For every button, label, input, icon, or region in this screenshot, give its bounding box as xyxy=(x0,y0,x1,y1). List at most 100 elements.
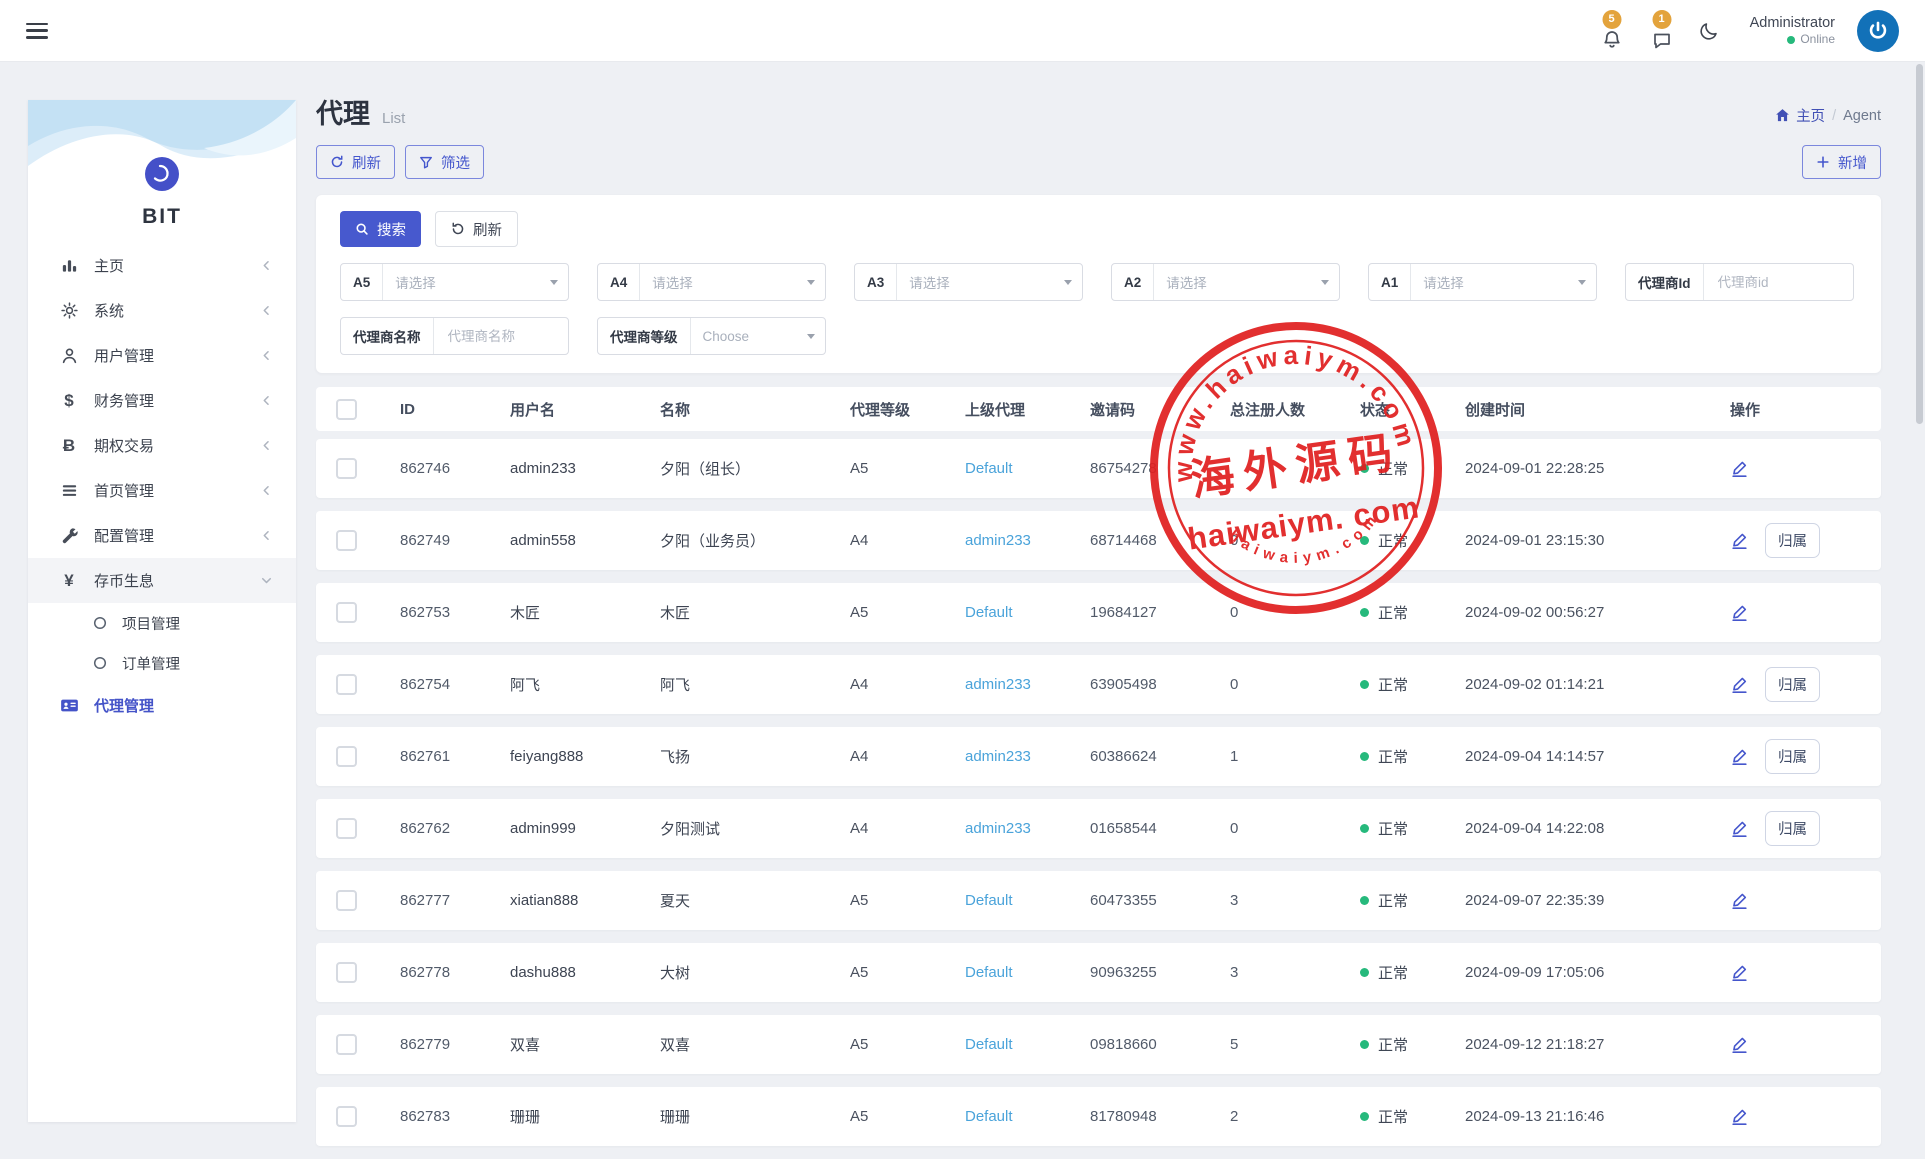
edit-pencil-icon[interactable] xyxy=(1730,675,1749,694)
sidebar-item-系统[interactable]: 系统 xyxy=(28,288,296,333)
cell-status: 正常 xyxy=(1336,890,1441,911)
cell-username: dashu888 xyxy=(486,964,636,981)
edit-pencil-icon[interactable] xyxy=(1730,891,1749,910)
parent-agent-link[interactable]: Default xyxy=(965,1036,1013,1053)
assign-button[interactable]: 归属 xyxy=(1765,739,1820,774)
user-name: Administrator xyxy=(1750,14,1835,32)
row-checkbox[interactable] xyxy=(336,818,357,839)
filter-text-input[interactable] xyxy=(446,328,547,345)
add-button[interactable]: 新增 xyxy=(1802,145,1881,179)
cell-id: 862783 xyxy=(376,1108,486,1125)
cell-name: 珊珊 xyxy=(636,1106,826,1127)
filter-select-A3: A3请选择 xyxy=(854,263,1083,301)
edit-pencil-icon[interactable] xyxy=(1730,1035,1749,1054)
row-checkbox[interactable] xyxy=(336,674,357,695)
select-field[interactable]: 请选择 xyxy=(1154,264,1339,300)
status-text: 正常 xyxy=(1378,674,1408,695)
page-scrollbar-thumb[interactable] xyxy=(1916,64,1923,424)
text-field[interactable] xyxy=(1704,264,1854,300)
parent-agent-link[interactable]: admin233 xyxy=(965,748,1031,765)
row-checkbox[interactable] xyxy=(336,1034,357,1055)
select-field[interactable]: 请选择 xyxy=(640,264,825,300)
parent-agent-link[interactable]: admin233 xyxy=(965,532,1031,549)
assign-button[interactable]: 归属 xyxy=(1765,667,1820,702)
parent-agent-link[interactable]: Default xyxy=(965,1108,1013,1125)
edit-pencil-icon[interactable] xyxy=(1730,819,1749,838)
row-checkbox[interactable] xyxy=(336,530,357,551)
select-all-checkbox[interactable] xyxy=(336,399,357,420)
cell-name: 夕阳（组长） xyxy=(636,458,826,479)
row-checkbox[interactable] xyxy=(336,746,357,767)
parent-agent-link[interactable]: Default xyxy=(965,964,1013,981)
dark-mode-toggle[interactable] xyxy=(1698,20,1720,42)
user-info: Administrator Online xyxy=(1750,14,1835,47)
sidebar-item-期权交易[interactable]: Ƀ期权交易 xyxy=(28,423,296,468)
chat-icon xyxy=(1651,29,1673,51)
sidebar-item-首页管理[interactable]: 首页管理 xyxy=(28,468,296,513)
agent-table: ID用户名名称代理等级上级代理邀请码总注册人数状态创建时间操作 862746ad… xyxy=(316,387,1881,1146)
sidebar-item-配置管理[interactable]: 配置管理 xyxy=(28,513,296,558)
row-checkbox[interactable] xyxy=(336,890,357,911)
filter-label: 代理商Id xyxy=(1626,264,1704,300)
notifications-bell[interactable]: 5 xyxy=(1598,10,1626,52)
select-field[interactable]: Choose xyxy=(691,318,826,354)
cell-registered-count: 1 xyxy=(1206,748,1336,765)
search-refresh-button[interactable]: 刷新 xyxy=(435,211,518,247)
filter-text-input[interactable] xyxy=(1716,274,1832,291)
sidebar-item-项目管理[interactable]: 项目管理 xyxy=(28,603,296,643)
search-button[interactable]: 搜索 xyxy=(340,211,421,247)
edit-pencil-icon[interactable] xyxy=(1730,1107,1749,1126)
undo-icon xyxy=(451,222,465,236)
select-field[interactable]: 请选择 xyxy=(1411,264,1596,300)
caret-down-icon xyxy=(550,280,558,285)
select-field[interactable]: 请选择 xyxy=(897,264,1082,300)
chevron-left-icon xyxy=(261,530,272,541)
sidebar-item-财务管理[interactable]: $财务管理 xyxy=(28,378,296,423)
cell-registered-count: 5 xyxy=(1206,1036,1336,1053)
page-subtitle: List xyxy=(382,110,405,127)
assign-button[interactable]: 归属 xyxy=(1765,523,1820,558)
cell-operations xyxy=(1706,1107,1881,1126)
cell-status: 正常 xyxy=(1336,1034,1441,1055)
cell-username: 木匠 xyxy=(486,602,636,623)
menu-toggle-icon[interactable] xyxy=(26,23,48,39)
cell-operations xyxy=(1706,459,1881,478)
avatar[interactable] xyxy=(1857,10,1899,52)
breadcrumb-home[interactable]: 主页 xyxy=(1775,105,1825,126)
sidebar-item-订单管理[interactable]: 订单管理 xyxy=(28,643,296,683)
edit-pencil-icon[interactable] xyxy=(1730,963,1749,982)
caret-down-icon xyxy=(807,334,815,339)
column-header: 操作 xyxy=(1706,399,1881,420)
cell-invite-code: 60473355 xyxy=(1066,892,1206,909)
parent-agent-link[interactable]: admin233 xyxy=(965,676,1031,693)
wrench-icon xyxy=(58,526,80,545)
status-text: 正常 xyxy=(1378,602,1408,623)
assign-button[interactable]: 归属 xyxy=(1765,811,1820,846)
parent-agent-link[interactable]: admin233 xyxy=(965,820,1031,837)
table-row: 862746admin233夕阳（组长）A5Default86754278正常2… xyxy=(316,439,1881,498)
parent-agent-link[interactable]: Default xyxy=(965,892,1013,909)
caret-down-icon xyxy=(807,280,815,285)
edit-pencil-icon[interactable] xyxy=(1730,459,1749,478)
sidebar-item-代理管理[interactable]: 代理管理 xyxy=(28,683,296,728)
status-dot xyxy=(1360,464,1369,473)
row-checkbox[interactable] xyxy=(336,458,357,479)
sidebar-item-用户管理[interactable]: 用户管理 xyxy=(28,333,296,378)
row-checkbox[interactable] xyxy=(336,962,357,983)
edit-pencil-icon[interactable] xyxy=(1730,603,1749,622)
select-field[interactable]: 请选择 xyxy=(383,264,568,300)
parent-agent-link[interactable]: Default xyxy=(965,460,1013,477)
messages[interactable]: 1 xyxy=(1648,10,1676,52)
text-field[interactable] xyxy=(434,318,569,354)
sidebar-item-存币生息[interactable]: ¥存币生息 xyxy=(28,558,296,603)
edit-pencil-icon[interactable] xyxy=(1730,531,1749,550)
cell-agent-level: A5 xyxy=(826,1108,941,1125)
sidebar-item-主页[interactable]: 主页 xyxy=(28,243,296,288)
row-checkbox[interactable] xyxy=(336,602,357,623)
refresh-button[interactable]: 刷新 xyxy=(316,145,395,179)
filter-button[interactable]: 筛选 xyxy=(405,145,484,179)
row-checkbox[interactable] xyxy=(336,1106,357,1127)
edit-pencil-icon[interactable] xyxy=(1730,747,1749,766)
parent-agent-link[interactable]: Default xyxy=(965,604,1013,621)
table-row: 862783珊珊珊珊A5Default817809482正常2024-09-13… xyxy=(316,1087,1881,1146)
